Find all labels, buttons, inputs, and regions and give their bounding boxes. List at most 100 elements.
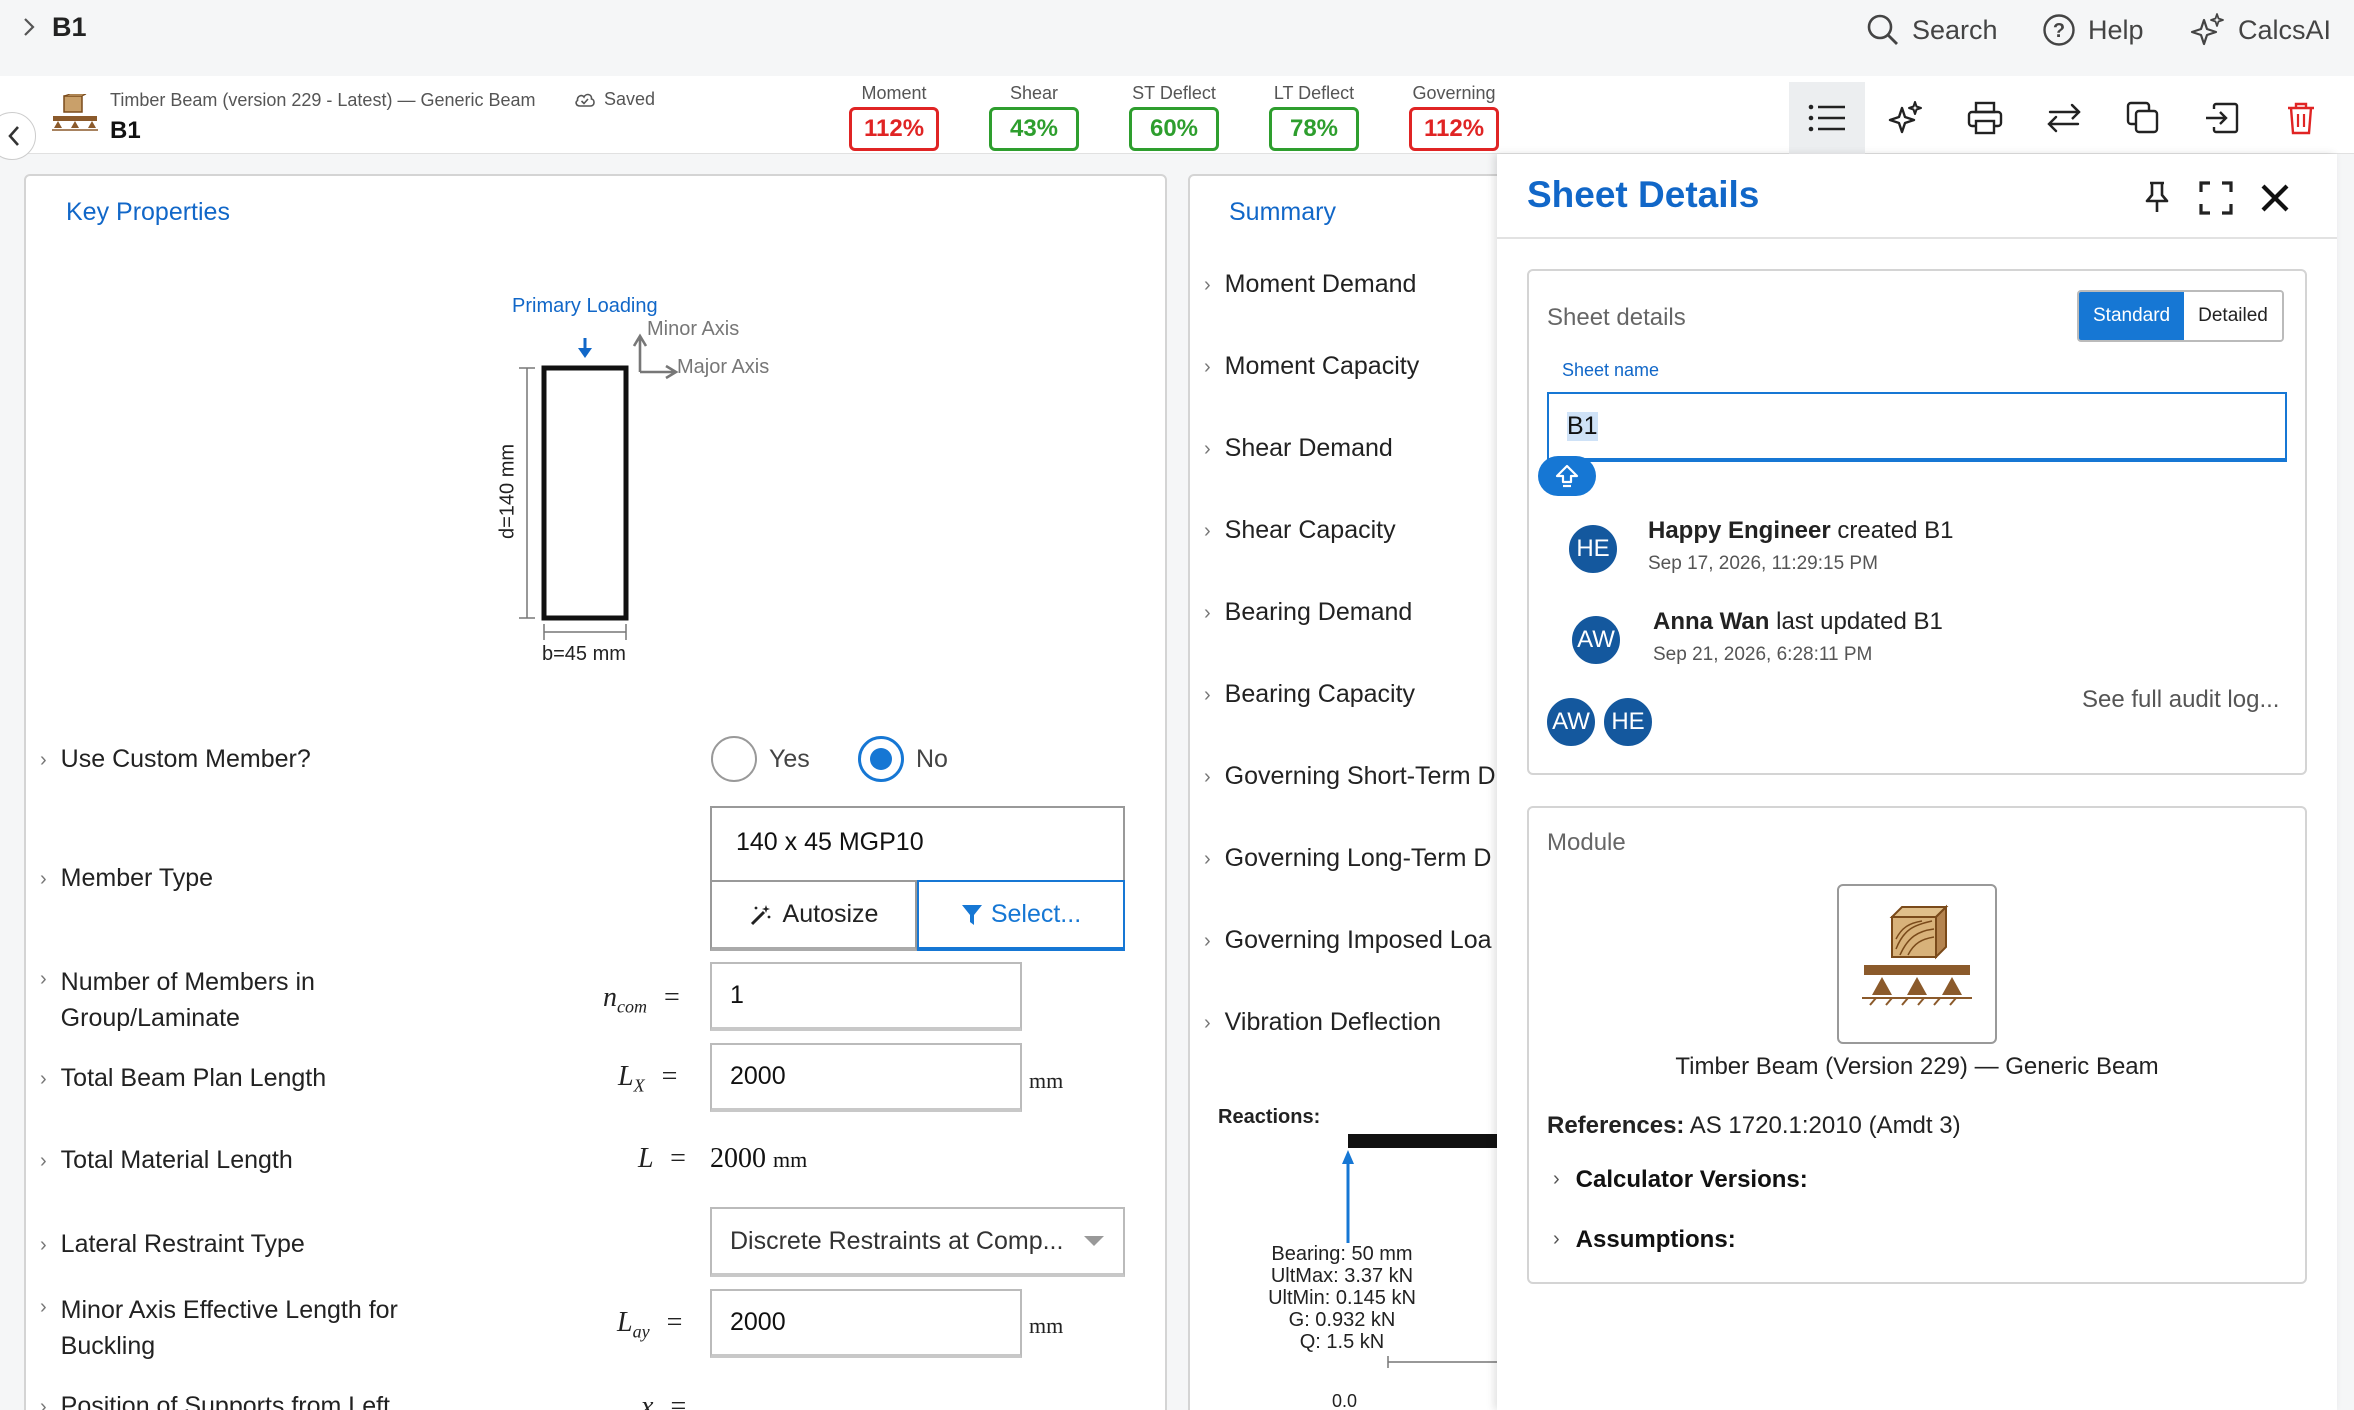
chevron-right-icon: › bbox=[1204, 520, 1211, 542]
lateral-restraint-label: Lateral Restraint Type bbox=[60, 1230, 305, 1258]
summary-item[interactable]: › Shear Capacity bbox=[1204, 516, 1396, 545]
supports-position-symbol: x = bbox=[641, 1391, 687, 1410]
summary-item[interactable]: › Bearing Capacity bbox=[1204, 680, 1415, 709]
radio-no[interactable] bbox=[858, 736, 904, 782]
radio-yes-label: Yes bbox=[769, 745, 810, 773]
audit-log-link[interactable]: See full audit log... bbox=[2082, 686, 2279, 714]
reaction-ultmin: UltMin: 0.145 kN bbox=[1268, 1287, 1416, 1309]
calcsai-button[interactable]: CalcsAI bbox=[2190, 10, 2331, 50]
minor-eff-length-input[interactable]: 2000 bbox=[710, 1289, 1022, 1358]
minor-eff-length-label-1: Minor Axis Effective Length for bbox=[60, 1296, 398, 1324]
major-axis-label: Major Axis bbox=[677, 356, 770, 378]
chevron-right-icon[interactable] bbox=[18, 16, 40, 38]
autosize-label: Autosize bbox=[782, 900, 879, 928]
metric-lt-deflect[interactable]: LT Deflect 78% bbox=[1269, 83, 1359, 151]
activity-created-time: Sep 17, 2026, 11:29:15 PM bbox=[1648, 553, 1878, 574]
import-icon bbox=[2204, 102, 2240, 134]
metric-label: Governing bbox=[1412, 83, 1496, 103]
sheet-name-input[interactable]: B1 bbox=[1547, 392, 2287, 462]
minor-eff-length-row[interactable]: › Minor Axis Effective Length for Buckli… bbox=[40, 1292, 398, 1364]
metric-badge: 112% bbox=[849, 107, 939, 151]
swap-button[interactable] bbox=[2026, 82, 2102, 154]
summary-item[interactable]: › Governing Long-Term D bbox=[1204, 844, 1496, 873]
sheet-name-value: B1 bbox=[1567, 411, 1598, 441]
metric-governing[interactable]: Governing 112% bbox=[1409, 83, 1499, 151]
assumptions-toggle[interactable]: › Assumptions: bbox=[1553, 1226, 1736, 1254]
duplicate-button[interactable] bbox=[2105, 82, 2181, 154]
print-button[interactable] bbox=[1947, 82, 2023, 154]
saved-status: Saved bbox=[574, 89, 655, 110]
autosize-button[interactable]: Autosize bbox=[710, 880, 917, 951]
calcsai-label: CalcsAI bbox=[2238, 14, 2332, 45]
drawer-title: Sheet Details bbox=[1527, 174, 1760, 215]
avatar: AW bbox=[1570, 614, 1622, 666]
metric-label: LT Deflect bbox=[1273, 83, 1355, 103]
member-type-row[interactable]: › Member Type bbox=[40, 864, 213, 893]
summary-item[interactable]: › Governing Short-Term D bbox=[1204, 762, 1496, 791]
num-members-label-1: Number of Members in bbox=[60, 968, 315, 996]
sparkles-icon bbox=[1888, 100, 1924, 136]
details-list-button[interactable] bbox=[1789, 82, 1865, 154]
search-label: Search bbox=[1912, 14, 1998, 45]
summary-item[interactable]: › Moment Demand bbox=[1204, 270, 1416, 299]
close-button[interactable] bbox=[2260, 183, 2290, 213]
collaborator-avatar[interactable]: HE bbox=[1602, 696, 1654, 748]
plan-length-label: Total Beam Plan Length bbox=[60, 1064, 327, 1092]
reaction-g: G: 0.932 kN bbox=[1288, 1309, 1396, 1331]
module-heading: Module bbox=[1547, 829, 1626, 856]
import-button[interactable] bbox=[2184, 82, 2260, 154]
num-members-label-2: Group/Laminate bbox=[60, 1004, 240, 1032]
metric-shear[interactable]: Shear 43% bbox=[989, 83, 1079, 151]
summary-title: Summary bbox=[1229, 198, 1336, 226]
supports-position-row[interactable]: › Position of Supports from Left bbox=[40, 1392, 390, 1410]
close-icon bbox=[2260, 183, 2290, 213]
sparkles-icon bbox=[2190, 12, 2226, 48]
chevron-right-icon: › bbox=[40, 1068, 47, 1090]
reactions-values: Bearing: 50 mm UltMax: 3.37 kN UltMin: 0… bbox=[1262, 1243, 1422, 1353]
delete-button[interactable] bbox=[2263, 82, 2339, 154]
calculator-versions-toggle[interactable]: › Calculator Versions: bbox=[1553, 1166, 1808, 1194]
section-diagram bbox=[480, 290, 800, 670]
chevron-right-icon: › bbox=[1204, 438, 1211, 460]
material-length-row[interactable]: › Total Material Length bbox=[40, 1146, 293, 1175]
plan-length-input[interactable]: 2000 bbox=[710, 1043, 1022, 1112]
metric-label: ST Deflect bbox=[1132, 83, 1216, 103]
select-member-button[interactable]: Select... bbox=[917, 880, 1125, 951]
summary-item[interactable]: › Governing Imposed Loa bbox=[1204, 926, 1496, 955]
reaction-q: Q: 1.5 kN bbox=[1299, 1331, 1385, 1353]
ai-assist-button[interactable] bbox=[1868, 82, 1944, 154]
use-custom-member-row[interactable]: › Use Custom Member? bbox=[40, 745, 311, 774]
search-button[interactable]: Search bbox=[1866, 10, 1998, 50]
mode-detailed-button[interactable]: Detailed bbox=[2184, 292, 2282, 340]
text-case-button[interactable] bbox=[1538, 456, 1596, 496]
metric-badge: 43% bbox=[989, 107, 1079, 151]
metric-label: Shear bbox=[1009, 83, 1059, 103]
lateral-restraint-row[interactable]: › Lateral Restraint Type bbox=[40, 1230, 305, 1259]
collaborator-avatar[interactable]: AW bbox=[1545, 696, 1597, 748]
reaction-ultmax: UltMax: 3.37 kN bbox=[1270, 1265, 1414, 1287]
chevron-right-icon: › bbox=[1553, 1168, 1560, 1190]
plan-length-row[interactable]: › Total Beam Plan Length bbox=[40, 1064, 326, 1093]
metric-st-deflect[interactable]: ST Deflect 60% bbox=[1129, 83, 1219, 151]
num-members-input[interactable]: 1 bbox=[710, 962, 1022, 1031]
timber-beam-icon bbox=[1852, 899, 1982, 1029]
summary-item[interactable]: › Shear Demand bbox=[1204, 434, 1393, 463]
fullscreen-button[interactable] bbox=[2199, 181, 2233, 215]
num-members-row[interactable]: › Number of Members in Group/Laminate bbox=[40, 964, 315, 1036]
metric-moment[interactable]: Moment 112% bbox=[849, 83, 939, 151]
pin-button[interactable] bbox=[2141, 180, 2173, 214]
module-name: Timber Beam (Version 229) — Generic Beam bbox=[1675, 1053, 2159, 1080]
mode-standard-button[interactable]: Standard bbox=[2079, 292, 2185, 340]
help-label: Help bbox=[2088, 14, 2144, 45]
summary-item[interactable]: › Bearing Demand bbox=[1204, 598, 1412, 627]
lateral-restraint-select[interactable]: Discrete Restraints at Comp... bbox=[710, 1207, 1125, 1277]
collapse-sidebar-button[interactable] bbox=[0, 112, 36, 160]
radio-yes[interactable] bbox=[711, 736, 757, 782]
plan-length-unit: mm bbox=[1029, 1068, 1064, 1093]
avatar: HE bbox=[1567, 523, 1619, 575]
chevron-right-icon: › bbox=[1204, 930, 1211, 952]
metric-badge: 60% bbox=[1129, 107, 1219, 151]
summary-item[interactable]: › Vibration Deflection bbox=[1204, 1008, 1441, 1037]
summary-item[interactable]: › Moment Capacity bbox=[1204, 352, 1419, 381]
help-button[interactable]: ? Help bbox=[2042, 10, 2144, 50]
